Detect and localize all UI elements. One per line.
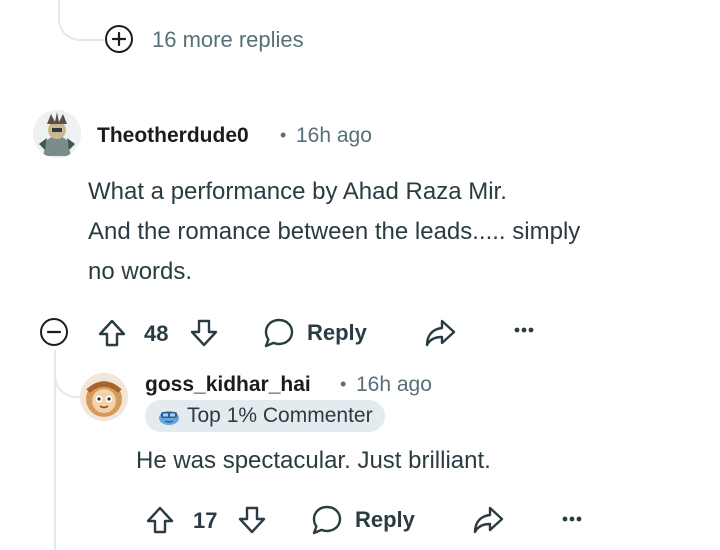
more-options-button[interactable] [512,320,536,340]
comment-body-line: no words. [88,258,193,285]
thread-connector-elbow [58,0,104,41]
reply-avatar[interactable] [80,373,128,421]
ellipsis-icon [562,516,582,522]
more-replies-label[interactable]: 16 more replies [152,27,304,53]
upvote-button[interactable] [96,317,128,349]
comment-username[interactable]: Theotherdude0 [97,124,249,148]
share-arrow-icon [473,506,504,534]
comment-body-line: And the romance between the leads..... s… [88,218,581,245]
vote-count: 17 [193,508,218,533]
comment-body-line: What a performance by Ahad Raza Mir. [88,178,507,205]
share-arrow-icon [425,319,456,347]
downvote-arrow-icon [190,319,218,347]
comment-timestamp: 16h ago [296,124,372,147]
upvote-arrow-icon [146,506,174,534]
reply-label: Reply [355,507,415,532]
reply-username[interactable]: goss_kidhar_hai [145,373,311,397]
separator-dot: • [340,374,347,394]
downvote-button[interactable] [188,317,220,349]
reply-timestamp: 16h ago [356,373,432,396]
comment-body: What a performance by Ahad Raza Mir. And… [88,172,688,292]
chat-bubble-icon [264,318,294,348]
plus-circle-icon [112,32,126,46]
more-replies-button[interactable] [105,25,133,53]
share-button[interactable] [472,505,504,535]
upvote-button[interactable] [144,504,176,536]
reply-connector-elbow [54,350,84,398]
minus-circle-icon [47,330,61,334]
downvote-arrow-icon [238,506,266,534]
top-commenter-badge-icon [159,411,179,425]
collapse-thread-button[interactable] [40,318,68,346]
more-options-button[interactable] [560,509,584,529]
downvote-button[interactable] [236,504,268,536]
reply-button[interactable]: Reply [262,316,367,350]
top-commenter-badge[interactable]: Top 1% Commenter [145,400,385,432]
chat-bubble-icon [312,505,342,535]
reply-button[interactable]: Reply [310,503,415,537]
separator-dot: • [280,125,287,145]
reply-body: He was spectacular. Just brilliant. [136,447,491,474]
ellipsis-icon [514,327,534,333]
share-button[interactable] [424,318,456,348]
badge-label: Top 1% Commenter [187,404,373,427]
avatar[interactable] [33,110,81,158]
vote-count: 48 [144,321,169,346]
upvote-arrow-icon [98,319,126,347]
reply-label: Reply [307,320,367,345]
